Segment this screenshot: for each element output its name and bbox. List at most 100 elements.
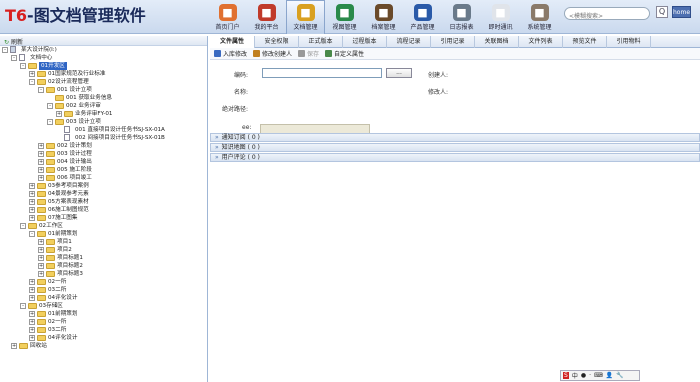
tab-7[interactable]: 文件列表	[519, 36, 563, 48]
nav-home[interactable]: ■ 首页门户	[208, 0, 247, 34]
tree-node[interactable]: + 回收站	[0, 342, 207, 350]
expand-toggle-icon[interactable]: +	[29, 311, 35, 317]
collapse-toggle-icon[interactable]: -	[47, 119, 53, 125]
expand-toggle-icon[interactable]: +	[38, 151, 44, 157]
expand-toggle-icon[interactable]: +	[29, 183, 35, 189]
collapse-toggle-icon[interactable]: -	[2, 47, 8, 53]
tab-8[interactable]: 预览文件	[563, 36, 607, 48]
expand-toggle-icon[interactable]: +	[38, 263, 44, 269]
tree-node[interactable]: + 项目2	[0, 246, 207, 254]
tree-node[interactable]: +006 项目竣工	[0, 174, 207, 182]
expand-toggle-icon[interactable]: +	[38, 247, 44, 253]
expand-toggle-icon[interactable]: +	[29, 319, 35, 325]
collapse-toggle-icon[interactable]: -	[20, 223, 26, 229]
tree-node[interactable]: - 03存储区	[0, 302, 207, 310]
tab-9[interactable]: 引用物料	[607, 36, 651, 48]
tree-node[interactable]: +04景观参考元素	[0, 190, 207, 198]
toolbar-button-0[interactable]: 入库修改	[214, 50, 247, 58]
collapse-toggle-icon[interactable]: -	[47, 103, 53, 109]
home-button[interactable]: home	[672, 6, 691, 18]
tree-node[interactable]: +01国家规范及行业标准	[0, 70, 207, 78]
tab-0[interactable]: 文件属性	[210, 36, 255, 48]
tab-2[interactable]: 正式版本	[299, 36, 343, 48]
expand-toggle-icon[interactable]: +	[38, 175, 44, 181]
tree-node[interactable]: +03二所	[0, 286, 207, 294]
tree-node[interactable]: + 业务评审FY-01	[0, 110, 207, 118]
nav-chat[interactable]: ■ 即时通讯	[481, 0, 520, 34]
nav-gear[interactable]: ■ 系统管理	[520, 0, 559, 34]
ime-item[interactable]: ⌨	[594, 372, 603, 379]
tree-node[interactable]: - 001 设计立项	[0, 86, 207, 94]
code-input[interactable]	[262, 68, 382, 78]
tree-node[interactable]: + 项目1	[0, 238, 207, 246]
section-header[interactable]: » 知识地图 ( 0 )	[210, 143, 700, 152]
expand-toggle-icon[interactable]: +	[38, 271, 44, 277]
expand-toggle-icon[interactable]: +	[29, 335, 35, 341]
nav-archive[interactable]: ■ 档案管理	[364, 0, 403, 34]
tree-node[interactable]: +005 施工阶段	[0, 166, 207, 174]
tree-node[interactable]: - 01前期策划	[0, 230, 207, 238]
expand-toggle-icon[interactable]: +	[38, 143, 44, 149]
ime-item[interactable]: ●	[581, 372, 586, 379]
search-input[interactable]: <模糊搜索>	[564, 7, 650, 20]
nav-log[interactable]: ■ 日志报表	[442, 0, 481, 34]
tree-node[interactable]: - 02设计流程管理	[0, 78, 207, 86]
tree-node[interactable]: - 002 业务评审	[0, 102, 207, 110]
tree-node[interactable]: + 项目标题1	[0, 254, 207, 262]
refresh-icon[interactable]: ↻	[4, 39, 9, 46]
tree-node[interactable]: - 02工作区	[0, 222, 207, 230]
tree-node[interactable]: +06施工制图规范	[0, 206, 207, 214]
expand-toggle-icon[interactable]: +	[29, 215, 35, 221]
tree-node[interactable]: +02一所	[0, 318, 207, 326]
tree-node[interactable]: +01前期策划	[0, 310, 207, 318]
search-button[interactable]: Q	[656, 6, 668, 18]
tab-1[interactable]: 安全权限	[255, 36, 299, 48]
expand-toggle-icon[interactable]: +	[29, 199, 35, 205]
collapse-toggle-icon[interactable]: -	[20, 63, 26, 69]
ime-item[interactable]: 中	[572, 371, 578, 380]
tree-node[interactable]: - 003 设计立项	[0, 118, 207, 126]
collapse-toggle-icon[interactable]: -	[29, 79, 35, 85]
ime-item[interactable]: ·	[589, 372, 591, 379]
expand-toggle-icon[interactable]: +	[29, 327, 35, 333]
tree-node[interactable]: 001 获取业务信息	[0, 94, 207, 102]
nav-folder[interactable]: ■ 文档管理	[286, 0, 325, 34]
tree-node[interactable]: - 01开发区	[0, 62, 207, 70]
tree-node[interactable]: +003 设计过程	[0, 150, 207, 158]
collapse-toggle-icon[interactable]: -	[38, 87, 44, 93]
tree-node[interactable]: +02一所	[0, 278, 207, 286]
browse-button[interactable]: ...	[386, 68, 412, 78]
tree-node[interactable]: +03二所	[0, 326, 207, 334]
tree-node[interactable]: +04评化设计	[0, 294, 207, 302]
tree-node[interactable]: +004 设计输出	[0, 158, 207, 166]
toolbar-button-1[interactable]: 修改创建人	[253, 50, 292, 58]
expand-toggle-icon[interactable]: +	[38, 239, 44, 245]
collapse-toggle-icon[interactable]: -	[11, 55, 17, 61]
expand-toggle-icon[interactable]: +	[38, 255, 44, 261]
tree-node[interactable]: + 项目标题2	[0, 262, 207, 270]
expand-toggle-icon[interactable]: +	[38, 159, 44, 165]
expand-toggle-icon[interactable]: +	[29, 71, 35, 77]
collapse-toggle-icon[interactable]: -	[20, 303, 26, 309]
ime-item[interactable]: 🔧	[616, 372, 623, 379]
expand-toggle-icon[interactable]: +	[11, 343, 17, 349]
tab-6[interactable]: 关联图档	[475, 36, 519, 48]
expand-toggle-icon[interactable]: +	[29, 287, 35, 293]
section-header[interactable]: » 通知订阅 ( 0 )	[210, 133, 700, 142]
tree-node[interactable]: +04评化设计	[0, 334, 207, 342]
tree-node[interactable]: +03参考项目案例	[0, 182, 207, 190]
section-header[interactable]: » 用户评论 ( 0 )	[210, 153, 700, 162]
tree-node[interactable]: + 项目标题3	[0, 270, 207, 278]
nav-globe[interactable]: ■ 视图管理	[325, 0, 364, 34]
tab-4[interactable]: 流程记录	[387, 36, 431, 48]
toolbar-button-3[interactable]: 自定义属性	[325, 50, 364, 58]
expand-toggle-icon[interactable]: +	[29, 191, 35, 197]
expand-toggle-icon[interactable]: +	[38, 167, 44, 173]
expand-toggle-icon[interactable]: +	[29, 207, 35, 213]
collapse-toggle-icon[interactable]: -	[29, 231, 35, 237]
ime-toolbar[interactable]: S 中 ● · ⌨ 👤 🔧	[560, 370, 640, 381]
tree-node[interactable]: +07施工图集	[0, 214, 207, 222]
refresh-button[interactable]: 刷新	[11, 39, 23, 46]
tree-node[interactable]: - 文档中心	[0, 54, 207, 62]
tree-node[interactable]: +002 设计策划	[0, 142, 207, 150]
